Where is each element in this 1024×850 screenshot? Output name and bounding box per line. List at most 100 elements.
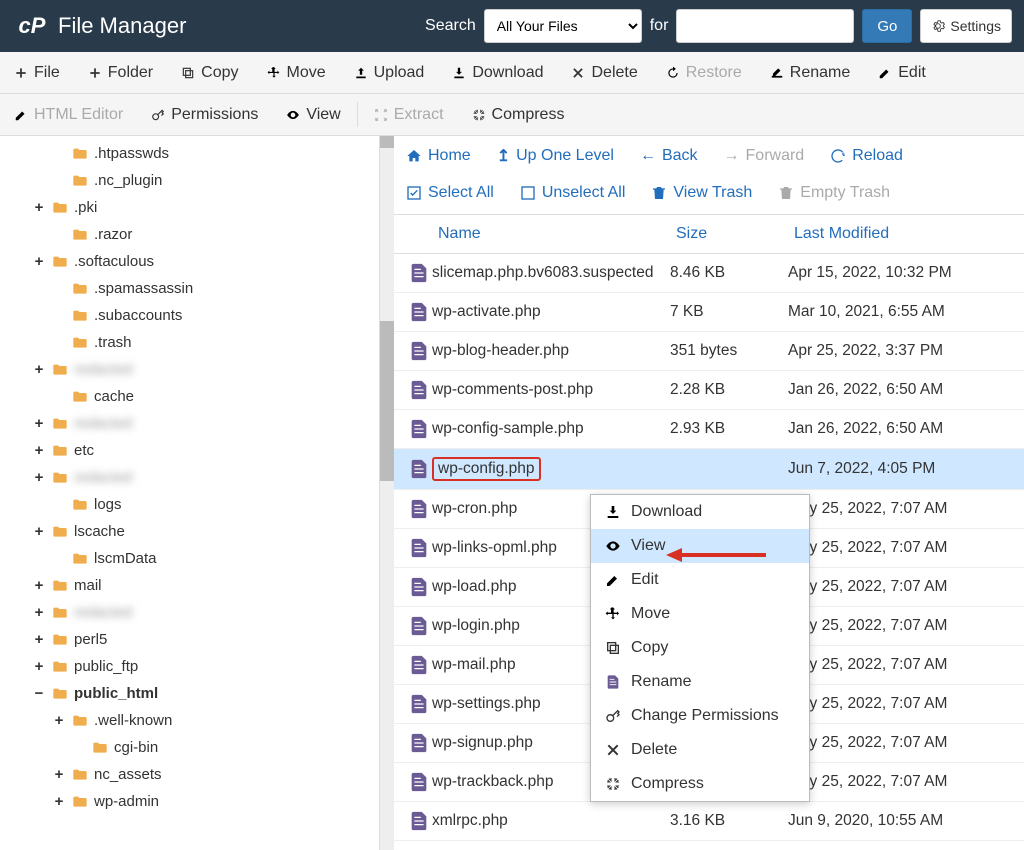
file-date: May 25, 2022, 7:07 AM xyxy=(788,539,1012,557)
tree-item[interactable]: +redacted xyxy=(12,464,379,491)
rename-button[interactable]: Rename xyxy=(756,52,864,93)
tree-item-label: redacted xyxy=(74,361,132,378)
upload-button[interactable]: Upload xyxy=(340,52,439,93)
tree-item[interactable]: +lscache xyxy=(12,518,379,545)
expand-icon[interactable]: + xyxy=(32,577,46,594)
context-delete[interactable]: Delete xyxy=(591,733,809,767)
expand-icon[interactable]: + xyxy=(32,415,46,432)
tree-scrollbar[interactable] xyxy=(380,136,394,850)
expand-icon[interactable]: − xyxy=(32,685,46,702)
copy-button[interactable]: Copy xyxy=(167,52,252,93)
nav-reload[interactable]: Reload xyxy=(830,147,903,165)
tree-item[interactable]: −public_html xyxy=(12,680,379,707)
file-row[interactable]: slicemap.php.bv6083.suspected8.46 KBApr … xyxy=(394,254,1024,293)
go-button[interactable]: Go xyxy=(862,9,912,43)
tree-item[interactable]: logs xyxy=(12,491,379,518)
tree-item[interactable]: cache xyxy=(12,383,379,410)
context-compress[interactable]: Compress xyxy=(591,767,809,801)
context-copy[interactable]: Copy xyxy=(591,631,809,665)
separator xyxy=(357,102,358,127)
tree-item[interactable]: +wp-admin xyxy=(12,788,379,815)
file-size: 3.16 KB xyxy=(670,812,788,830)
tree-item[interactable]: .spamassassin xyxy=(12,275,379,302)
tree-item[interactable]: +.pki xyxy=(12,194,379,221)
file-date: Apr 25, 2022, 3:37 PM xyxy=(788,342,1012,360)
delete-button[interactable]: Delete xyxy=(557,52,651,93)
tree-item[interactable]: .nc_plugin xyxy=(12,167,379,194)
tree-item[interactable]: +public_ftp xyxy=(12,653,379,680)
context-menu: DownloadViewEditMoveCopyRenameChange Per… xyxy=(590,494,810,802)
tree-item-label: redacted xyxy=(74,604,132,621)
move-button[interactable]: Move xyxy=(253,52,340,93)
tree-item-label: redacted xyxy=(74,415,132,432)
tree-item[interactable]: +mail xyxy=(12,572,379,599)
file-row[interactable]: wp-config.phpJun 7, 2022, 4:05 PM xyxy=(394,449,1024,490)
view-button[interactable]: View xyxy=(272,94,354,135)
settings-button[interactable]: Settings xyxy=(920,9,1012,43)
edit-button[interactable]: Edit xyxy=(864,52,940,93)
nav-home[interactable]: Home xyxy=(406,147,471,165)
expand-icon[interactable]: + xyxy=(32,253,46,270)
tree-item[interactable]: +perl5 xyxy=(12,626,379,653)
column-name[interactable]: Name xyxy=(438,225,676,243)
search-scope-select[interactable]: All Your Files xyxy=(484,9,642,43)
file-row[interactable]: wp-activate.php7 KBMar 10, 2021, 6:55 AM xyxy=(394,293,1024,332)
expand-icon[interactable]: + xyxy=(52,712,66,729)
file-row[interactable]: wp-comments-post.php2.28 KBJan 26, 2022,… xyxy=(394,371,1024,410)
permissions-button[interactable]: Permissions xyxy=(137,94,272,135)
expand-icon[interactable]: + xyxy=(32,361,46,378)
file-row[interactable]: wp-config-sample.php2.93 KBJan 26, 2022,… xyxy=(394,410,1024,449)
column-size[interactable]: Size xyxy=(676,225,794,243)
context-move[interactable]: Move xyxy=(591,597,809,631)
folder-tree[interactable]: .htpasswds.nc_plugin+.pki.razor+.softacu… xyxy=(0,136,380,850)
nav-select-all[interactable]: Select All xyxy=(406,184,494,202)
new-file-button[interactable]: File xyxy=(0,52,74,93)
download-button[interactable]: Download xyxy=(438,52,557,93)
expand-icon[interactable]: + xyxy=(32,523,46,540)
tree-item[interactable]: .subaccounts xyxy=(12,302,379,329)
context-edit[interactable]: Edit xyxy=(591,563,809,597)
expand-icon[interactable]: + xyxy=(32,442,46,459)
expand-icon[interactable]: + xyxy=(32,631,46,648)
compress-button[interactable]: Compress xyxy=(458,94,579,135)
expand-icon[interactable]: + xyxy=(32,469,46,486)
tree-item[interactable]: + redacted xyxy=(12,599,379,626)
new-folder-button[interactable]: Folder xyxy=(74,52,167,93)
tree-item-label: nc_assets xyxy=(94,766,162,783)
html-editor-button: HTML Editor xyxy=(0,94,137,135)
expand-icon[interactable]: + xyxy=(52,766,66,783)
tree-item[interactable]: .trash xyxy=(12,329,379,356)
tree-item[interactable]: +etc xyxy=(12,437,379,464)
compress-icon xyxy=(472,108,486,122)
nav-back[interactable]: ←Back xyxy=(640,147,698,165)
expand-icon[interactable]: + xyxy=(32,604,46,621)
search-input[interactable] xyxy=(676,9,854,43)
tree-item[interactable]: +.softaculous xyxy=(12,248,379,275)
tree-item[interactable]: + nc_assets xyxy=(12,761,379,788)
context-download[interactable]: Download xyxy=(591,495,809,529)
tree-item[interactable]: +.well-known xyxy=(12,707,379,734)
tree-item[interactable]: lscmData xyxy=(12,545,379,572)
toolbar-primary: File Folder Copy Move Upload Download De… xyxy=(0,52,1024,94)
expand-icon[interactable]: + xyxy=(32,658,46,675)
tree-item[interactable]: + redacted xyxy=(12,410,379,437)
file-row[interactable]: wp-blog-header.php351 bytesApr 25, 2022,… xyxy=(394,332,1024,371)
extract-button: Extract xyxy=(360,94,458,135)
context-label: Compress xyxy=(631,775,704,793)
nav-unselect-all[interactable]: Unselect All xyxy=(520,184,626,202)
tree-item[interactable]: .htpasswds xyxy=(12,140,379,167)
expand-icon[interactable]: + xyxy=(52,793,66,810)
context-change-permissions[interactable]: Change Permissions xyxy=(591,699,809,733)
column-modified[interactable]: Last Modified xyxy=(794,225,1012,243)
nav-up[interactable]: ↥Up One Level xyxy=(497,146,614,166)
nav-view-trash[interactable]: View Trash xyxy=(651,184,752,202)
context-rename[interactable]: Rename xyxy=(591,665,809,699)
tree-item[interactable]: cgi-bin xyxy=(12,734,379,761)
expand-icon[interactable]: + xyxy=(32,199,46,216)
plus-icon xyxy=(88,66,102,80)
file-row[interactable]: xmlrpc.php3.16 KBJun 9, 2020, 10:55 AM xyxy=(394,802,1024,841)
tree-item[interactable]: + redacted xyxy=(12,356,379,383)
app-header: cP File Manager Search All Your Files fo… xyxy=(0,0,1024,52)
tree-item[interactable]: .razor xyxy=(12,221,379,248)
checkbox-icon xyxy=(520,185,536,201)
